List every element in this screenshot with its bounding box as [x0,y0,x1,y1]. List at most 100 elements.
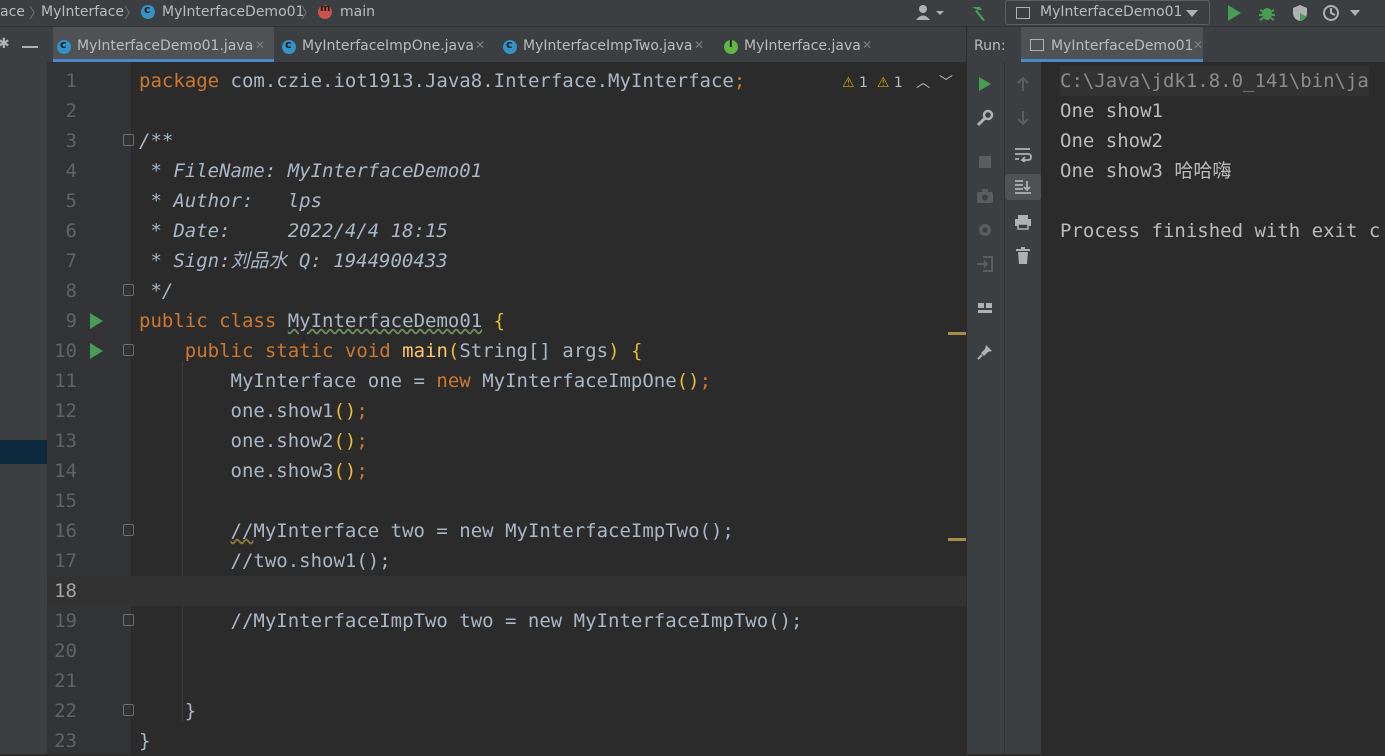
hide-icon[interactable] [22,46,38,48]
paren: () [676,370,700,392]
tab-label: MyInterfaceImpOne.java [302,38,474,54]
console-output[interactable]: C:\Java\jdk1.8.0_141\bin\ja One show1 On… [1042,62,1385,754]
code-line: 15 [47,486,966,516]
code-line: 8 */ [47,276,966,306]
close-icon[interactable]: ✕ [1193,38,1203,52]
coverage-icon[interactable] [1289,3,1311,23]
interface-icon [724,39,738,54]
doc-comment: * FileName: MyInterfaceDemo01 [139,160,483,182]
stop-icon[interactable] [967,150,1003,174]
user-dropdown-icon[interactable] [913,3,947,23]
class-icon [57,38,71,54]
keyword: package [139,70,220,92]
debugger-settings-icon[interactable] [967,218,1003,242]
close-icon[interactable]: ✕ [862,38,872,52]
code-line: 9 public class MyInterfaceDemo01 { [47,306,966,336]
fold-icon[interactable] [123,344,134,356]
run-label: Run: [974,38,1006,54]
line-number: 8 [65,280,77,302]
code-line: 13 one.show2(); [47,426,966,456]
line-number: 15 [54,490,77,512]
rerun-icon[interactable] [967,72,1003,96]
line-number: 3 [65,130,77,152]
scroll-to-end-icon[interactable] [1005,174,1041,200]
build-hammer-icon[interactable] [968,3,990,23]
code-line: 14 one.show3(); [47,456,966,486]
line-number: 7 [65,250,77,272]
method-icon [318,3,332,19]
camera-icon[interactable] [967,184,1003,208]
soft-wrap-icon[interactable] [1005,142,1041,166]
breadcrumb-separator: 〉 [301,6,315,22]
code-line: 10 public static void main(String[] args… [47,336,966,366]
run-tool-window-header: Run: MyInterfaceDemo01 ✕ [967,27,1385,63]
breadcrumb-item-method[interactable]: main [340,4,375,20]
console-line: One show1 [1060,100,1163,122]
line-number: 11 [54,370,77,392]
breadcrumb-item-class[interactable]: MyInterfaceDemo01 [162,4,304,20]
class-name: MyInterfaceDemo01 [287,310,483,332]
pin-icon[interactable] [967,340,1003,364]
console-line-command: C:\Java\jdk1.8.0_141\bin\ja [1060,66,1369,96]
close-icon[interactable]: ✕ [255,38,265,52]
console-line: One show3 哈哈嗨 [1060,160,1232,182]
keyword: public class [139,310,277,332]
tab-myinterfacedemo01[interactable]: MyInterfaceDemo01.java ✕ [53,27,274,62]
profile-icon[interactable] [1320,3,1342,23]
project-panel-strip [0,62,47,754]
brace: { [493,310,506,332]
login-icon[interactable] [967,252,1003,276]
code-line: 3 /** [47,126,966,156]
run-gutter-icon[interactable] [90,343,103,359]
trash-icon[interactable] [1005,244,1041,268]
fold-icon[interactable] [123,284,134,296]
keyword: new [436,370,471,392]
comment: //MyInterfaceImpTwo two = new MyInterfac… [230,610,803,632]
print-icon[interactable] [1005,210,1041,234]
comment: // [230,520,254,542]
line-number: 18 [54,580,77,602]
breadcrumb-item-myinterface[interactable]: MyInterface [41,4,124,20]
wrench-icon[interactable] [967,106,1003,130]
more-chevron-icon[interactable] [1348,3,1362,23]
line-number: 6 [65,220,77,242]
run-toolbar-primary [967,62,1005,754]
run-configuration-selector[interactable]: MyInterfaceDemo01 [1005,0,1210,25]
line-number: 14 [54,460,77,482]
fold-icon[interactable] [123,524,134,536]
code-line: 19 //MyInterfaceImpTwo two = new MyInter… [47,606,966,636]
console-line: One show2 [1060,130,1163,152]
breadcrumb-item-package[interactable]: ace [0,4,25,20]
fold-icon[interactable] [123,614,134,626]
run-configuration-label: MyInterfaceDemo01 [1040,4,1183,20]
run-tab-label: MyInterfaceDemo01 [1051,38,1194,54]
close-icon[interactable]: ✕ [475,38,485,52]
close-icon[interactable]: ✕ [694,38,704,52]
declaration: MyInterface one = [230,370,437,392]
code-line: 4 * FileName: MyInterfaceDemo01 [47,156,966,186]
fold-icon[interactable] [123,134,134,146]
doc-comment: * Author: lps [139,190,323,212]
tab-myinterfaceimptwo[interactable]: MyInterfaceImpTwo.java ✕ [499,27,715,62]
run-gutter-icon[interactable] [90,313,103,329]
run-icon[interactable] [1223,3,1245,23]
tab-myinterface[interactable]: MyInterface.java ✕ [720,27,882,62]
code-editor[interactable]: ⚠ 1 ⚠ 1 ︿ ﹀ 1 package com.czie.iot1913.J… [47,62,966,754]
comment: //two.show1(); [230,550,391,572]
layout-icon[interactable] [967,296,1003,320]
line-number: 13 [54,430,77,452]
code-line: 21 [47,666,966,696]
arrow-up-icon[interactable] [1005,72,1041,96]
fold-icon[interactable] [123,704,134,716]
method-call: one.show3 [230,460,334,482]
arrow-down-icon[interactable] [1005,106,1041,130]
code-line: 22 } [47,696,966,726]
doc-comment: */ [139,280,174,302]
class-icon [282,38,296,54]
run-tab[interactable]: MyInterfaceDemo01 ✕ [1021,27,1203,62]
tab-label: MyInterfaceImpTwo.java [523,38,693,54]
tab-myinterfaceimpone[interactable]: MyInterfaceImpOne.java ✕ [278,27,496,62]
debug-icon[interactable] [1256,3,1278,23]
selected-project-item[interactable] [0,440,47,464]
gear-icon[interactable]: ✱ [0,36,10,52]
